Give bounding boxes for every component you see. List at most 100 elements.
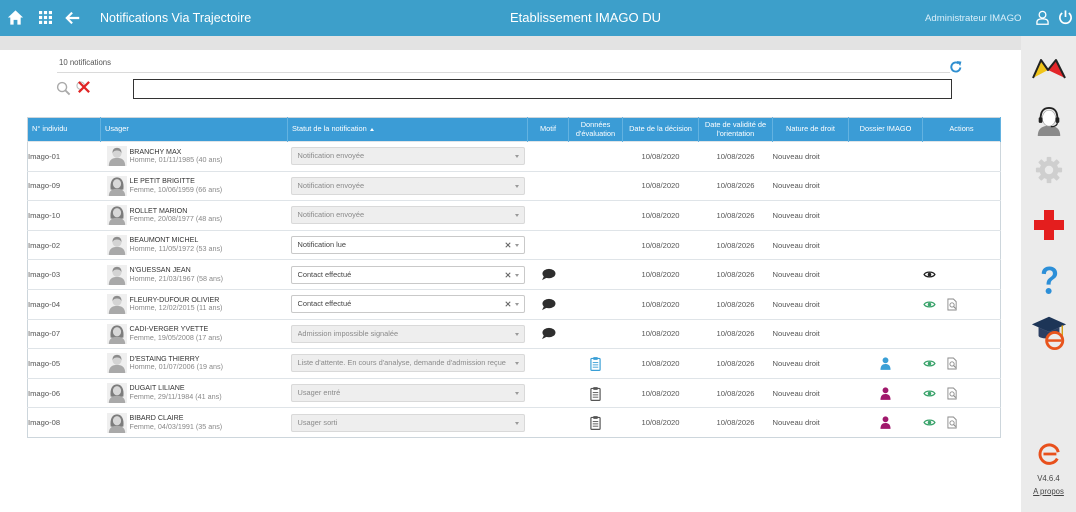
view-icon[interactable] bbox=[922, 300, 936, 309]
chevron-down-icon[interactable] bbox=[514, 303, 519, 307]
view-icon[interactable] bbox=[922, 270, 936, 279]
view-icon[interactable] bbox=[922, 418, 936, 427]
decision-date: 10/08/2020 bbox=[622, 200, 699, 231]
validity-date: 10/08/2026 bbox=[698, 348, 773, 379]
clear-icon[interactable] bbox=[504, 242, 511, 248]
male-avatar-icon bbox=[106, 294, 127, 315]
column-header-status[interactable]: Statut de la notification bbox=[287, 117, 528, 142]
right-nature: Nouveau droit bbox=[772, 170, 849, 201]
column-header-nature[interactable]: Nature de droit bbox=[772, 117, 849, 142]
validity-date: 10/08/2026 bbox=[698, 377, 773, 408]
table-body: Imago-01 BRANCHY MAX Homme, 01/11/1985 (… bbox=[27, 141, 1001, 438]
status-select: Liste d'attente. En cours d'analyse, dem… bbox=[290, 354, 525, 373]
status-value: Notification envoyée bbox=[297, 210, 365, 220]
sort-asc-icon[interactable] bbox=[369, 127, 374, 131]
clear-icon[interactable] bbox=[504, 272, 511, 278]
document-search-icon[interactable] bbox=[946, 298, 958, 311]
status-cell: Notification lue bbox=[287, 229, 528, 260]
female-avatar-icon bbox=[106, 175, 127, 196]
clipboard-icon[interactable] bbox=[590, 415, 601, 431]
column-header-decision-date[interactable]: Date de la décision bbox=[622, 117, 699, 142]
current-user-label[interactable]: Administrateur IMAGO bbox=[925, 13, 1022, 24]
user-cell: FLEURY-DUFOUR OLIVIER Homme, 12/02/2015 … bbox=[100, 288, 288, 320]
motif-cell bbox=[527, 229, 569, 260]
validity-date: 10/08/2026 bbox=[698, 318, 773, 349]
refresh-icon[interactable] bbox=[949, 60, 963, 74]
user-icon[interactable] bbox=[1036, 10, 1049, 25]
clear-filter-icon[interactable] bbox=[76, 80, 91, 95]
evaluation-cell bbox=[568, 288, 623, 320]
decision-date: 10/08/2020 bbox=[622, 229, 699, 260]
grid-icon[interactable] bbox=[39, 11, 52, 24]
status-select[interactable]: Notification lue bbox=[290, 236, 525, 255]
dossier-cell bbox=[848, 229, 923, 260]
user-details: Femme, 20/08/1977 (48 ans) bbox=[129, 214, 223, 224]
column-header-evaluation[interactable]: Données d'évaluation bbox=[568, 117, 623, 142]
actions-cell bbox=[922, 407, 1001, 438]
flags-icon[interactable] bbox=[1031, 56, 1067, 82]
right-nature: Nouveau droit bbox=[772, 141, 849, 172]
power-icon[interactable] bbox=[1058, 9, 1073, 25]
column-header-label: Usager bbox=[105, 124, 129, 134]
clipboard-icon[interactable] bbox=[590, 386, 601, 401]
view-icon[interactable] bbox=[922, 389, 936, 398]
motif-cell bbox=[527, 348, 569, 379]
right-nature: Nouveau droit bbox=[772, 407, 849, 438]
user-file-icon[interactable] bbox=[880, 386, 891, 400]
user-cell: BEAUMONT MICHEL Homme, 11/05/1972 (53 an… bbox=[100, 229, 288, 260]
dossier-cell bbox=[848, 200, 923, 231]
evaluation-cell bbox=[568, 318, 623, 349]
user-cell: ROLLET MARION Femme, 20/08/1977 (48 ans) bbox=[100, 200, 288, 231]
dossier-cell bbox=[848, 259, 923, 290]
view-icon[interactable] bbox=[922, 359, 936, 368]
comment-icon[interactable] bbox=[541, 268, 556, 281]
column-header-user[interactable]: Usager bbox=[100, 117, 288, 142]
establishment-name: Etablissement IMAGO DU bbox=[510, 10, 661, 25]
status-select[interactable]: Contact effectué bbox=[290, 295, 525, 314]
chevron-down-icon[interactable] bbox=[514, 273, 519, 277]
about-link[interactable]: A propos bbox=[1021, 487, 1076, 496]
home-icon[interactable] bbox=[7, 9, 24, 26]
user-file-icon[interactable] bbox=[880, 357, 891, 370]
table-row: Imago-05 D'ESTAING THIERRY Homme, 01/07/… bbox=[27, 348, 1001, 379]
column-header-id[interactable]: N° individu bbox=[27, 117, 101, 142]
column-header-dossier[interactable]: Dossier IMAGO bbox=[848, 117, 923, 142]
user-details: Homme, 01/11/1985 (40 ans) bbox=[129, 155, 223, 165]
user-cell: D'ESTAING THIERRY Homme, 01/07/2006 (19 … bbox=[100, 348, 288, 379]
search-input[interactable] bbox=[133, 79, 952, 99]
motif-cell bbox=[527, 407, 569, 438]
individual-id: Imago-05 bbox=[27, 348, 101, 379]
user-details: Femme, 04/03/1991 (35 ans) bbox=[129, 421, 223, 431]
document-search-icon[interactable] bbox=[946, 387, 958, 400]
female-avatar-icon bbox=[106, 323, 127, 344]
user-details: Homme, 21/03/1967 (58 ans) bbox=[129, 273, 224, 283]
column-header-motif[interactable]: Motif bbox=[527, 117, 569, 142]
actions-cell bbox=[922, 141, 1001, 172]
motif-cell bbox=[527, 318, 569, 349]
user-file-icon[interactable] bbox=[880, 416, 891, 430]
female-avatar-icon bbox=[106, 412, 127, 433]
document-search-icon[interactable] bbox=[946, 416, 958, 429]
status-value: Usager entré bbox=[297, 388, 341, 398]
actions-cell bbox=[922, 288, 1001, 320]
comment-icon[interactable] bbox=[541, 298, 556, 311]
clear-icon[interactable] bbox=[504, 301, 511, 307]
decision-date: 10/08/2020 bbox=[622, 377, 699, 408]
comment-icon[interactable] bbox=[541, 327, 556, 340]
support-headset-icon[interactable] bbox=[1034, 106, 1064, 136]
female-avatar-icon bbox=[106, 383, 127, 404]
status-value: Admission impossible signalée bbox=[297, 328, 399, 338]
status-select: Usager entré bbox=[290, 384, 525, 403]
settings-gear-icon[interactable] bbox=[1034, 155, 1064, 185]
back-arrow-icon[interactable] bbox=[65, 10, 81, 26]
help-icon[interactable] bbox=[1039, 265, 1059, 297]
right-nature: Nouveau droit bbox=[772, 318, 849, 349]
search-icon[interactable] bbox=[56, 81, 71, 96]
training-icon[interactable] bbox=[1030, 313, 1068, 351]
chevron-down-icon[interactable] bbox=[514, 244, 519, 248]
clipboard-icon[interactable] bbox=[590, 356, 601, 371]
column-header-validity-date[interactable]: Date de validité de l'orientation bbox=[698, 117, 773, 142]
medical-cross-icon[interactable] bbox=[1033, 209, 1065, 241]
document-search-icon[interactable] bbox=[946, 357, 958, 370]
status-select[interactable]: Contact effectué bbox=[290, 265, 525, 284]
